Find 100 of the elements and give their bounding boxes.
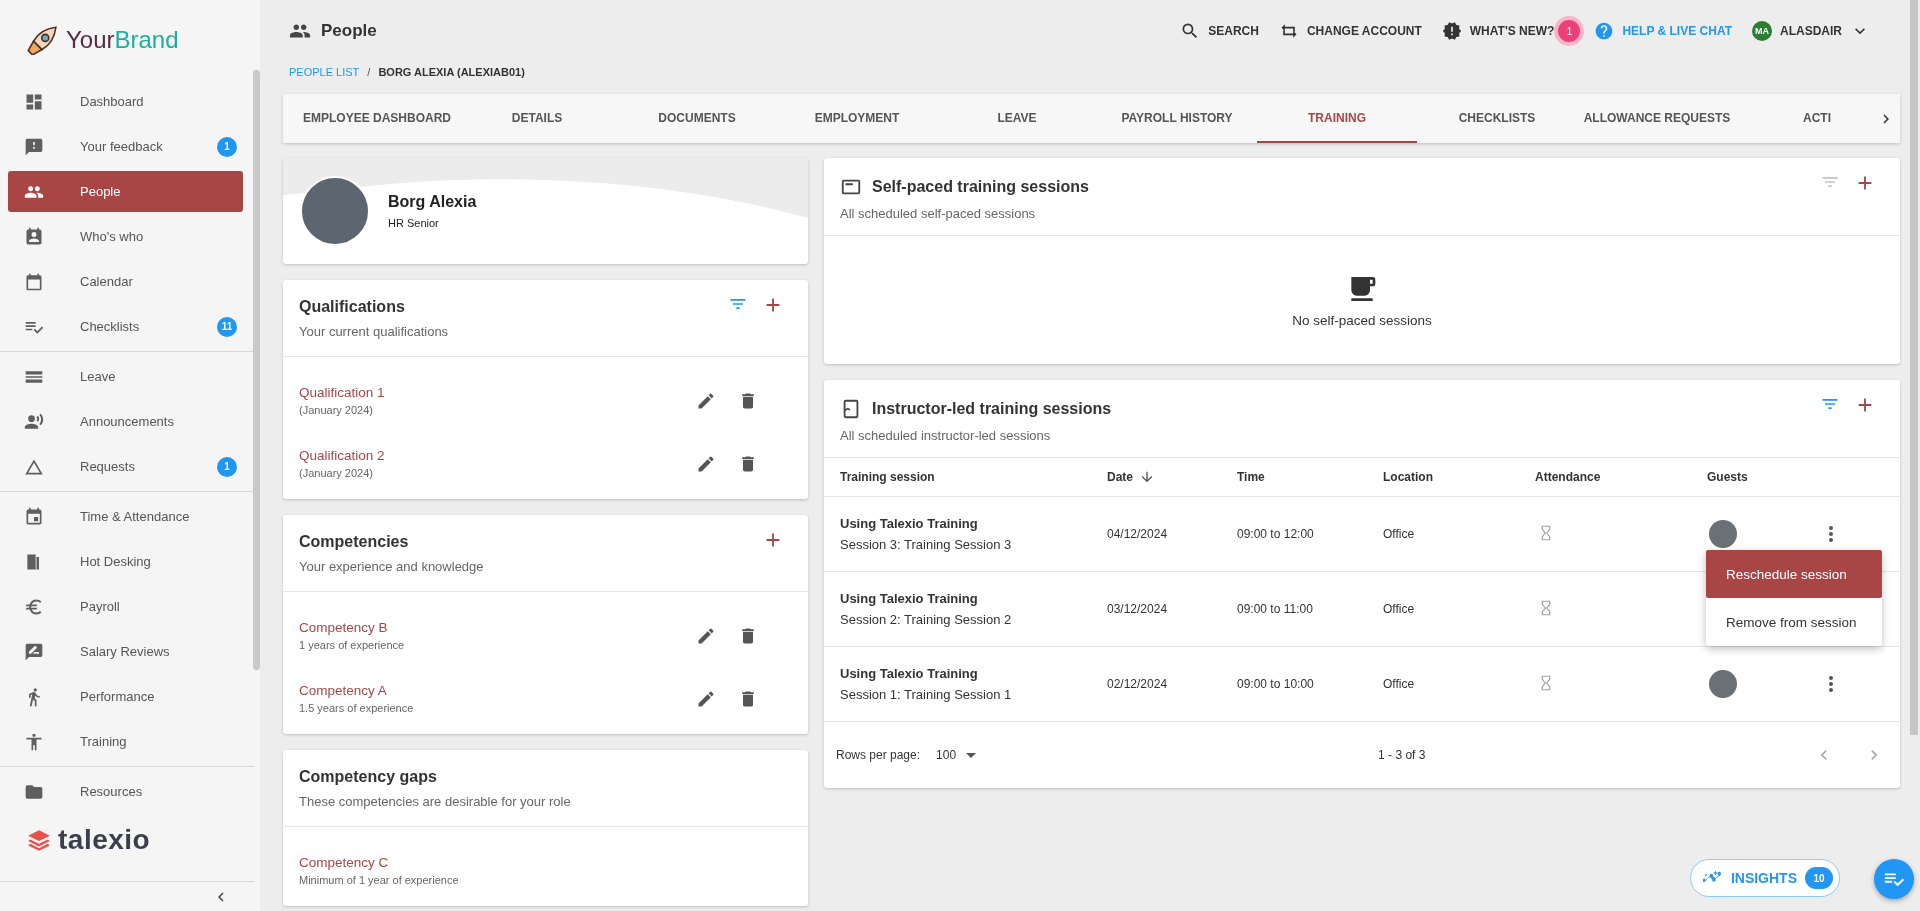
sidebar-item[interactable]: Performance [8, 676, 243, 717]
table-cell: Office [1383, 677, 1415, 691]
session-title: Using Talexio Training [840, 666, 979, 681]
tab[interactable]: ACTI [1737, 94, 1872, 143]
sidebar-item[interactable]: Payroll [8, 586, 243, 627]
sidebar-item[interactable]: Leave [8, 356, 243, 397]
sidebar-item[interactable]: People [8, 171, 243, 212]
sidebar-item[interactable]: Who's who [8, 216, 243, 257]
guest-avatar [1709, 520, 1737, 548]
item-detail: 1.5 years of experience [299, 702, 415, 714]
table-cell: 04/12/2024 [1107, 527, 1168, 541]
session-name: Session 2: Training Session 2 [840, 612, 1013, 627]
card-subtitle: These competencies are desirable for your role [299, 794, 572, 809]
item-detail: 1 years of experience [299, 639, 406, 651]
header-action-button[interactable]: CHANGE ACCOUNT [1278, 21, 1422, 41]
session-name: Session 3: Training Session 3 [840, 537, 1013, 552]
sidebar-item[interactable]: Training [8, 721, 243, 762]
tab[interactable]: LEAVE [937, 94, 1097, 143]
edit-button[interactable] [696, 688, 716, 709]
table-cell: Office [1383, 602, 1415, 616]
pencil-icon [696, 390, 716, 411]
pencil-icon [696, 625, 716, 646]
table-cell: Office [1383, 527, 1415, 541]
item-detail: Minimum of 1 year of experience [299, 874, 460, 886]
column-header[interactable]: Guests [1707, 470, 1748, 484]
card-title: Competencies [299, 533, 410, 551]
header-action-button[interactable]: SEARCH [1180, 21, 1259, 41]
more-options-button[interactable] [1829, 676, 1833, 692]
header-action-button[interactable]: WHAT'S NEW? [1441, 21, 1555, 41]
item-link[interactable]: Competency B [299, 620, 674, 635]
stacked-layers-icon [26, 827, 52, 853]
tab[interactable]: ALLOWANCE REQUESTS [1577, 94, 1737, 143]
rocket-icon [24, 25, 58, 55]
sidebar-item[interactable]: Calendar [8, 261, 243, 302]
sidebar-item[interactable]: Checklists 11 [8, 306, 243, 347]
count-badge: 10 [1805, 867, 1833, 889]
column-header[interactable]: Date [1107, 470, 1133, 484]
brand-name: YourBrand [66, 26, 179, 54]
user-menu-button[interactable]: MA ALASDAIR [1752, 21, 1870, 41]
item-link[interactable]: Qualification 1 [299, 385, 674, 400]
sidebar-item[interactable]: Requests 1 [8, 446, 243, 487]
tab[interactable]: TRAINING [1257, 94, 1417, 143]
column-header[interactable]: Attendance [1535, 470, 1601, 484]
column-header[interactable]: Training session [840, 470, 935, 484]
session-title: Using Talexio Training [840, 516, 979, 531]
edit-button[interactable] [696, 625, 716, 646]
count-badge: 1 [217, 456, 237, 477]
card-title: Competency gaps [299, 768, 438, 786]
item-link[interactable]: Competency C [299, 855, 758, 870]
employee-name: Borg Alexia [388, 193, 477, 211]
scrollbar[interactable] [1910, 0, 1918, 735]
card-title: Qualifications [299, 298, 406, 316]
table-cell: 09:00 to 11:00 [1237, 602, 1313, 616]
scrollbar[interactable] [253, 70, 260, 670]
sidebar-item[interactable]: Your feedback 1 [8, 126, 243, 167]
table-cell: 09:00 to 12:00 [1237, 527, 1314, 541]
tab[interactable]: DOCUMENTS [617, 94, 777, 143]
help-icon [1594, 21, 1615, 41]
calendar-icon [24, 271, 44, 292]
sort-down-icon[interactable] [1139, 469, 1155, 485]
table-cell: 03/12/2024 [1107, 602, 1168, 616]
sidebar-item[interactable]: Resources [8, 771, 243, 812]
user-avatar: MA [1752, 21, 1772, 41]
tab[interactable]: EMPLOYMENT [777, 94, 937, 143]
notification-badge: 1 [1558, 20, 1581, 42]
contact-card-icon [24, 226, 44, 247]
session-title: Using Talexio Training [840, 591, 979, 606]
employee-role: HR Senior [388, 217, 440, 229]
tab[interactable]: DETAILS [457, 94, 617, 143]
card-subtitle: All scheduled instructor-led sessions [840, 428, 1052, 443]
sidebar-item[interactable]: Time & Attendance [8, 496, 243, 537]
sidebar-item[interactable]: Dashboard [8, 81, 243, 122]
column-header[interactable]: Location [1383, 470, 1433, 484]
sidebar-item[interactable]: Announcements [8, 401, 243, 442]
card-title: Instructor-led training sessions [872, 400, 1112, 418]
pencil-icon [696, 688, 716, 709]
table-cell: 09:00 to 10:00 [1237, 677, 1314, 691]
session-name: Session 1: Training Session 1 [840, 687, 1013, 702]
tab[interactable]: PAYROLL HISTORY [1097, 94, 1257, 143]
checklist-fab-button[interactable] [1874, 859, 1914, 899]
item-link[interactable]: Competency A [299, 683, 674, 698]
sidebar-item[interactable]: Hot Desking [8, 541, 243, 582]
dropdown-caret-icon [966, 752, 977, 758]
announcement-icon [24, 411, 44, 432]
rows-per-page-label: Rows per page: [836, 748, 921, 762]
menu-item[interactable]: Reschedule session [1706, 550, 1882, 598]
rate-review-icon [24, 641, 44, 662]
menu-item[interactable]: Remove from session [1706, 598, 1882, 646]
edit-button[interactable] [696, 453, 716, 474]
item-link[interactable]: Qualification 2 [299, 448, 674, 463]
edit-button[interactable] [696, 390, 716, 411]
column-header[interactable]: Time [1237, 470, 1265, 484]
tab[interactable]: CHECKLISTS [1417, 94, 1577, 143]
tab[interactable]: EMPLOYEE DASHBOARD [297, 94, 457, 143]
feedback-icon [24, 136, 44, 157]
more-options-button[interactable] [1829, 526, 1833, 542]
pagination-range: 1 - 3 of 3 [1378, 748, 1427, 762]
person-icon [24, 731, 44, 752]
rows-per-page-select[interactable]: 100 [936, 748, 977, 762]
sidebar-item[interactable]: Salary Reviews [8, 631, 243, 672]
